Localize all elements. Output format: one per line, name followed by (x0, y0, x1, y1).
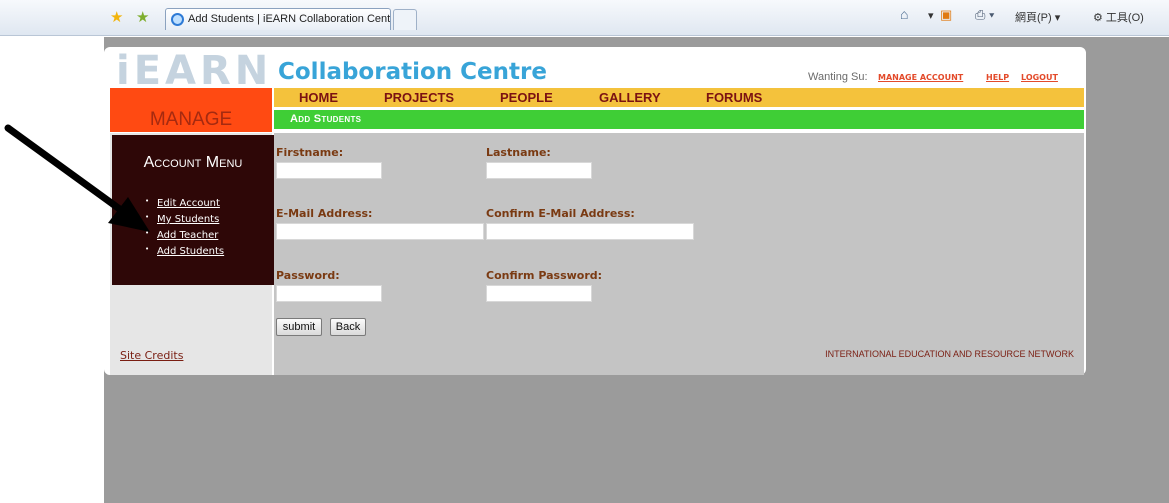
logout-link[interactable]: LOGOUT (1021, 73, 1058, 82)
browser-toolbar: ★ ★ Add Students | iEARN Collaboration C… (0, 0, 1169, 36)
menu-item-add-students[interactable]: Add Students (145, 241, 224, 260)
site-title: Collaboration Centre (278, 59, 547, 85)
print-icon[interactable]: ⎙ ▾ (975, 7, 994, 23)
nav-home[interactable]: HOME (299, 90, 338, 105)
nav-people[interactable]: PEOPLE (500, 90, 553, 105)
add-favorite-icon[interactable]: ★ (136, 10, 149, 25)
page-title: Add Students (290, 113, 362, 125)
submit-button[interactable]: submit (276, 318, 322, 336)
browser-tab-title: Add Students | iEARN Collaboration Cente… (188, 13, 391, 25)
password-label: Password: (276, 269, 340, 282)
annotation-arrow-icon (4, 124, 150, 232)
confirm-email-label: Confirm E-Mail Address: (486, 207, 635, 220)
tools-menu-button[interactable]: ⚙ 工具(O) (1093, 9, 1144, 25)
section-header: Add Students (274, 110, 1084, 129)
favorites-star-icon[interactable]: ★ (110, 10, 123, 25)
back-button[interactable]: Back (330, 318, 366, 336)
manage-account-link[interactable]: MANAGE ACCOUNT (878, 73, 963, 82)
home-icon[interactable]: ⌂ (900, 6, 908, 22)
iearn-logo[interactable]: iEARN (116, 51, 272, 91)
feeds-icon[interactable]: ▣ (940, 7, 952, 23)
footer-org-name: INTERNATIONAL EDUCATION AND RESOURCE NET… (825, 349, 1074, 359)
confirm-email-input[interactable] (486, 223, 694, 240)
lastname-input[interactable] (486, 162, 592, 179)
user-name: Wanting Su: (808, 71, 868, 83)
confirm-password-label: Confirm Password: (486, 269, 603, 282)
email-input[interactable] (276, 223, 484, 240)
browser-tab-active[interactable]: Add Students | iEARN Collaboration Cente… (165, 8, 391, 30)
email-label: E-Mail Address: (276, 207, 373, 220)
nav-projects[interactable]: PROJECTS (384, 90, 454, 105)
site-container: iEARN Collaboration Centre Wanting Su: M… (104, 47, 1086, 375)
menu-item-label[interactable]: Add Students (157, 246, 224, 257)
firstname-label: Firstname: (276, 146, 344, 159)
help-link[interactable]: HELP (986, 73, 1009, 82)
confirm-password-input[interactable] (486, 285, 592, 302)
firstname-input[interactable] (276, 162, 382, 179)
nav-forums[interactable]: FORUMS (706, 90, 762, 105)
password-input[interactable] (276, 285, 382, 302)
site-credits-link[interactable]: Site Credits (120, 349, 183, 362)
add-students-form: Firstname: Lastname: E-Mail Address: Con… (274, 133, 1084, 375)
nav-gallery[interactable]: GALLERY (599, 90, 661, 105)
new-tab-button[interactable] (393, 9, 417, 30)
home-dropdown-chevron-icon[interactable]: ▾ (928, 9, 934, 22)
lastname-label: Lastname: (486, 146, 551, 159)
ie-page-icon (171, 13, 184, 26)
page-menu-button[interactable]: 網頁(P) ▾ (1015, 9, 1060, 25)
main-nav: HOME PROJECTS PEOPLE GALLERY FORUMS (274, 88, 1084, 107)
